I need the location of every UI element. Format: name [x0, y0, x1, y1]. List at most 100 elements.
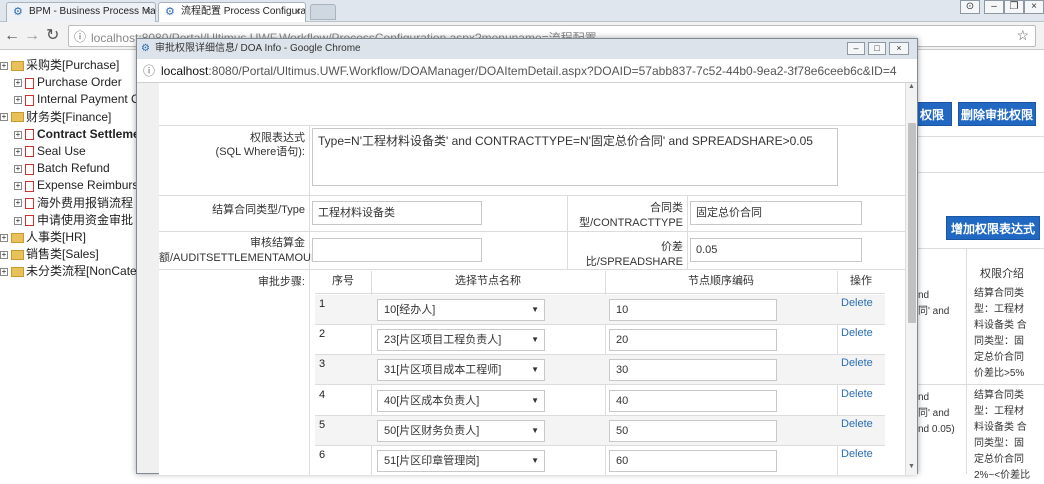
node-select[interactable]: 50[片区财务负责人] ▼ [377, 419, 545, 442]
node-select[interactable]: 10[经办人] ▼ [377, 299, 545, 321]
tree-item[interactable]: + Purchase Order [14, 73, 154, 91]
expand-toggle-icon[interactable]: + [14, 147, 22, 156]
expand-toggle-icon[interactable]: + [14, 216, 22, 225]
popup-title-bar: ⚙ 审批权限详细信息/ DOA Info - Google Chrome – □… [137, 39, 917, 59]
browser-tab-bpm[interactable]: ⚙ BPM - Business Process Ma × [6, 2, 156, 22]
tree-item[interactable]: + Expense Reimburser [14, 176, 154, 194]
expand-toggle-icon[interactable]: + [0, 268, 8, 277]
tree-item[interactable]: + Seal Use [14, 142, 154, 160]
expand-toggle-icon[interactable]: + [14, 199, 22, 208]
popup-scrollbar[interactable]: ▲ ▼ [905, 83, 917, 475]
delete-step-link[interactable]: Delete [841, 297, 873, 309]
delete-step-link[interactable]: Delete [841, 357, 873, 369]
back-arrow-icon[interactable]: ← [4, 26, 20, 46]
tree-item[interactable]: + Batch Refund [14, 159, 154, 177]
dropdown-arrow-icon: ▼ [531, 395, 539, 405]
node-order-code-input[interactable]: 40 [609, 389, 777, 412]
audit-amount-input[interactable] [312, 238, 482, 262]
contract-type-label-1: 合同类 [650, 202, 683, 214]
expand-toggle-icon[interactable]: + [0, 113, 8, 122]
node-order-code-input[interactable]: 20 [609, 329, 777, 352]
process-icon [25, 129, 34, 141]
bookmark-star-icon[interactable]: ☆ [1016, 27, 1029, 44]
node-order-code-input[interactable]: 60 [609, 450, 777, 472]
tree-folder[interactable]: + 采购类[Purchase] [0, 56, 140, 74]
column-header-permission-intro: 权限介绍 [980, 268, 1024, 280]
header-node-name: 选择节点名称 [455, 275, 521, 287]
step-number: 1 [319, 298, 326, 310]
scroll-down-arrow-icon[interactable]: ▼ [908, 463, 915, 470]
node-order-code-input[interactable]: 10 [609, 299, 777, 321]
browser-tab-process-config[interactable]: ⚙ 流程配置 Process Configura × [158, 2, 306, 22]
node-select[interactable]: 23[片区项目工程负责人] ▼ [377, 329, 545, 352]
tree-folder[interactable]: + 销售类[Sales] [0, 245, 140, 263]
delete-step-link[interactable]: Delete [841, 418, 873, 430]
scroll-up-arrow-icon[interactable]: ▲ [908, 83, 915, 90]
audit-amount-label-2: 额/AUDITSETTLEMENTAMOUNT [159, 252, 326, 264]
new-tab-button[interactable] [310, 4, 336, 20]
expand-toggle-icon[interactable]: + [0, 61, 8, 70]
step-number: 2 [319, 328, 326, 341]
expand-toggle-icon[interactable]: + [14, 182, 22, 191]
node-select[interactable]: 51[片区印章管理岗] ▼ [377, 450, 545, 472]
delete-step-link[interactable]: Delete [841, 448, 873, 460]
scrollbar-thumb[interactable] [908, 123, 916, 323]
process-icon [25, 215, 34, 227]
tree-folder[interactable]: + 财务类[Finance] [0, 108, 140, 126]
expand-toggle-icon[interactable]: + [14, 130, 22, 139]
tree-folder[interactable]: + 人事类[HR] [0, 228, 140, 246]
popup-maximize-button[interactable]: □ [868, 42, 886, 55]
node-select-value: 10[经办人] [384, 304, 436, 316]
permission-description-line: 2%~<价差比 [974, 470, 1031, 481]
node-select-value: 51[片区印章管理岗] [384, 455, 480, 467]
minimize-button[interactable]: – [984, 0, 1004, 14]
delete-step-link[interactable]: Delete [841, 327, 873, 339]
permission-description-line: 型：工程材 [974, 406, 1024, 417]
spread-share-input[interactable]: 0.05 [690, 238, 862, 262]
popup-url-host: localhost [161, 64, 209, 78]
delete-permission-button[interactable]: 删除审批权限 [958, 102, 1036, 126]
reload-icon[interactable]: ↻ [46, 26, 59, 46]
expand-toggle-icon[interactable]: + [0, 251, 8, 260]
close-tab-icon[interactable]: × [295, 3, 301, 21]
expand-toggle-icon[interactable]: + [14, 96, 22, 105]
tree-folder[interactable]: + 未分类流程[NonCategor [0, 262, 140, 280]
popup-url-bar[interactable]: ⓘ localhost:8080/Portal/Ultimus.UWF.Work… [137, 59, 917, 83]
node-select[interactable]: 31[片区项目成本工程师] ▼ [377, 359, 545, 382]
contract-type-input[interactable]: 固定总价合同 [690, 201, 862, 225]
tree-item[interactable]: + 申请使用资金审批 [14, 211, 154, 229]
popup-close-button[interactable]: × [889, 42, 909, 55]
forward-arrow-icon[interactable]: → [24, 26, 40, 46]
expand-toggle-icon[interactable]: + [14, 79, 22, 88]
node-select[interactable]: 40[片区成本负责人] ▼ [377, 389, 545, 412]
expression-textarea[interactable]: Type=N'工程材料设备类' and CONTRACTTYPE=N'固定总价合… [312, 128, 838, 186]
background-cell-fragment: nd 0.05) [918, 424, 955, 435]
tree-item[interactable]: + Internal Payment Or [14, 90, 154, 108]
tree-item[interactable]: + 海外费用报销流程 [14, 194, 154, 212]
add-expression-button[interactable]: 增加权限表达式 [946, 216, 1040, 240]
row-divider [315, 324, 885, 325]
tab-title: 流程配置 Process Configura [181, 6, 306, 17]
expand-toggle-icon[interactable]: + [14, 165, 22, 174]
column-divider [309, 125, 310, 475]
permission-button[interactable]: 权限 [912, 102, 952, 126]
step-number: 5 [319, 418, 326, 431]
folder-icon [11, 60, 24, 71]
popup-minimize-button[interactable]: – [847, 42, 865, 55]
type-input[interactable]: 工程材料设备类 [312, 201, 482, 225]
tree-item[interactable]: + Contract Settlemer [14, 125, 154, 143]
node-order-code-input[interactable]: 50 [609, 419, 777, 442]
delete-step-link[interactable]: Delete [841, 388, 873, 400]
user-profile-icon[interactable]: ⊙ [960, 0, 980, 14]
close-tab-icon[interactable]: × [145, 3, 151, 21]
close-window-button[interactable]: × [1024, 0, 1044, 14]
tree-label: Contract Settlemer [37, 126, 145, 141]
node-select-value: 23[片区项目工程负责人] [384, 334, 502, 347]
expand-toggle-icon[interactable]: + [0, 233, 8, 242]
folder-icon [11, 250, 24, 261]
node-order-code-input[interactable]: 30 [609, 359, 777, 382]
expression-label: 权限表达式 [250, 132, 305, 144]
doa-form: 权限表达式 (SQL Where语句): Type=N'工程材料设备类' and… [159, 83, 905, 475]
audit-amount-label-1: 审核结算金 [250, 237, 305, 249]
restore-button[interactable]: ❐ [1004, 0, 1024, 14]
